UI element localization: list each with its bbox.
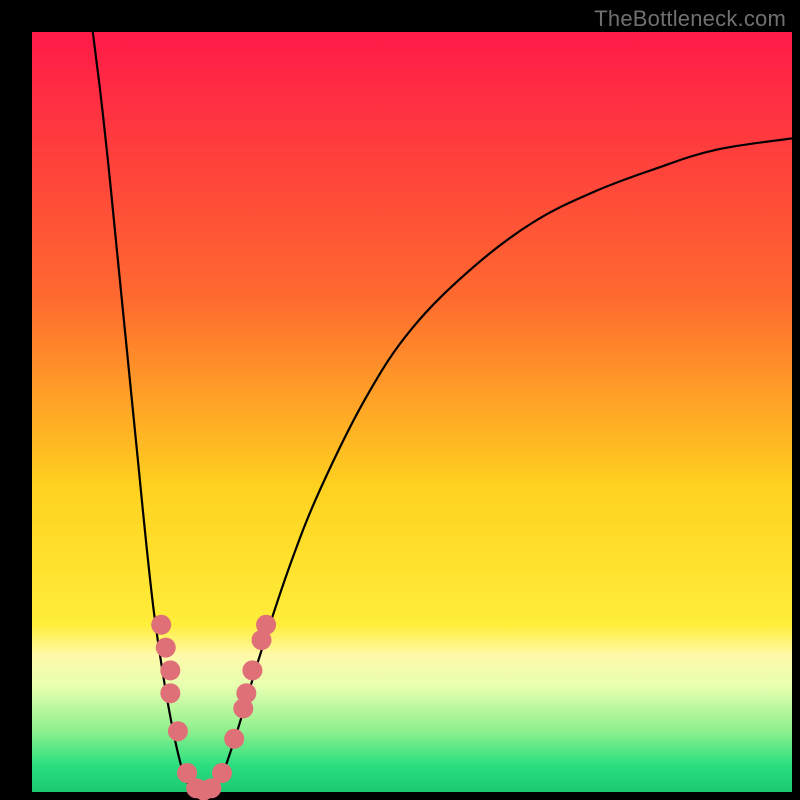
highlight-dot bbox=[168, 721, 188, 741]
highlight-dot bbox=[160, 660, 180, 680]
highlight-dot bbox=[236, 683, 256, 703]
highlight-dot bbox=[256, 615, 276, 635]
highlight-dot bbox=[151, 615, 171, 635]
highlight-dot bbox=[160, 683, 180, 703]
highlight-dot bbox=[156, 638, 176, 658]
watermark-text: TheBottleneck.com bbox=[594, 6, 786, 32]
bottleneck-chart bbox=[0, 0, 800, 800]
highlight-dot bbox=[224, 729, 244, 749]
highlight-dot bbox=[212, 763, 232, 783]
chart-frame: TheBottleneck.com bbox=[0, 0, 800, 800]
plot-background bbox=[32, 32, 792, 792]
highlight-dot bbox=[242, 660, 262, 680]
